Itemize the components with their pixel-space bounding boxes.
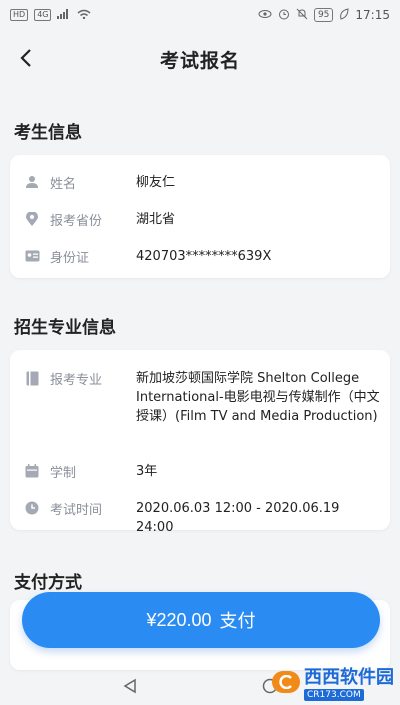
calendar-icon [24,463,40,479]
back-triangle-icon[interactable] [122,678,138,698]
payment-section-title: 支付方式 [14,573,82,593]
candidate-section-title: 考生信息 [14,123,82,143]
nav-bar: 考试报名 [0,30,400,88]
duration-value: 3年 [136,464,158,479]
province-label: 报考省份 [50,214,103,229]
major-row-exam-time: 考试时间 2020.06.03 12:00 - 2020.06.19 24:00 [24,499,380,537]
status-right: 95 17:15 [258,7,390,23]
exam-time-value: 2020.06.03 12:00 - 2020.06.19 24:00 [136,501,340,535]
wifi-icon [77,8,91,22]
province-value: 湖北省 [136,212,176,227]
id-value: 420703********639X [136,249,272,264]
id-card-icon [24,248,40,264]
pay-button[interactable]: ¥220.00 支付 [22,592,380,648]
alarm-icon [278,8,290,23]
status-left: HD 4G [10,8,91,22]
program-value: 新加坡莎顿国际学院 Shelton College International-… [136,371,380,424]
name-label: 姓名 [50,177,77,192]
candidate-row-name: 姓名 柳友仁 [24,173,380,192]
back-button[interactable] [8,40,44,76]
network-indicator: 4G [34,9,52,21]
major-row-program: 报考专业 新加坡莎顿国际学院 Shelton College Internati… [24,369,380,426]
chevron-left-icon [20,49,31,67]
name-value: 柳友仁 [136,175,176,190]
candidate-row-province: 报考省份 湖北省 [24,210,380,229]
exam-time-label: 考试时间 [50,503,103,518]
major-row-duration: 学制 3年 [24,462,380,481]
page-title: 考试报名 [159,49,240,72]
status-bar: HD 4G 95 17:15 [0,0,400,30]
location-icon [24,211,40,227]
program-label: 报考专业 [50,373,103,388]
duration-label: 学制 [50,466,77,481]
id-label: 身份证 [50,251,90,266]
watermark-site: CR173.COM [304,689,364,701]
candidate-card: 姓名 柳友仁 报考省份 湖北省 身份证 420703********639X [10,155,390,278]
battery-indicator: 95 [313,8,334,22]
person-icon [24,174,40,190]
pay-label: 支付 [219,611,256,631]
signal-icon [57,8,71,22]
candidate-row-id: 身份证 420703********639X [24,247,380,266]
book-icon [24,370,40,386]
leaf-icon [339,7,349,23]
eye-icon [258,8,272,22]
status-time: 17:15 [355,8,390,22]
major-section-title: 招生专业信息 [14,318,116,338]
hd-indicator: HD [10,9,29,21]
pay-amount: ¥220.00 [146,609,212,630]
major-card: 报考专业 新加坡莎顿国际学院 Shelton College Internati… [10,350,390,535]
watermark: 西西软件园 CR173.COM [272,663,394,701]
mute-icon [296,8,308,23]
clock-icon [24,500,40,516]
watermark-logo-icon [272,671,300,693]
watermark-brand: 西西软件园 [304,667,394,688]
